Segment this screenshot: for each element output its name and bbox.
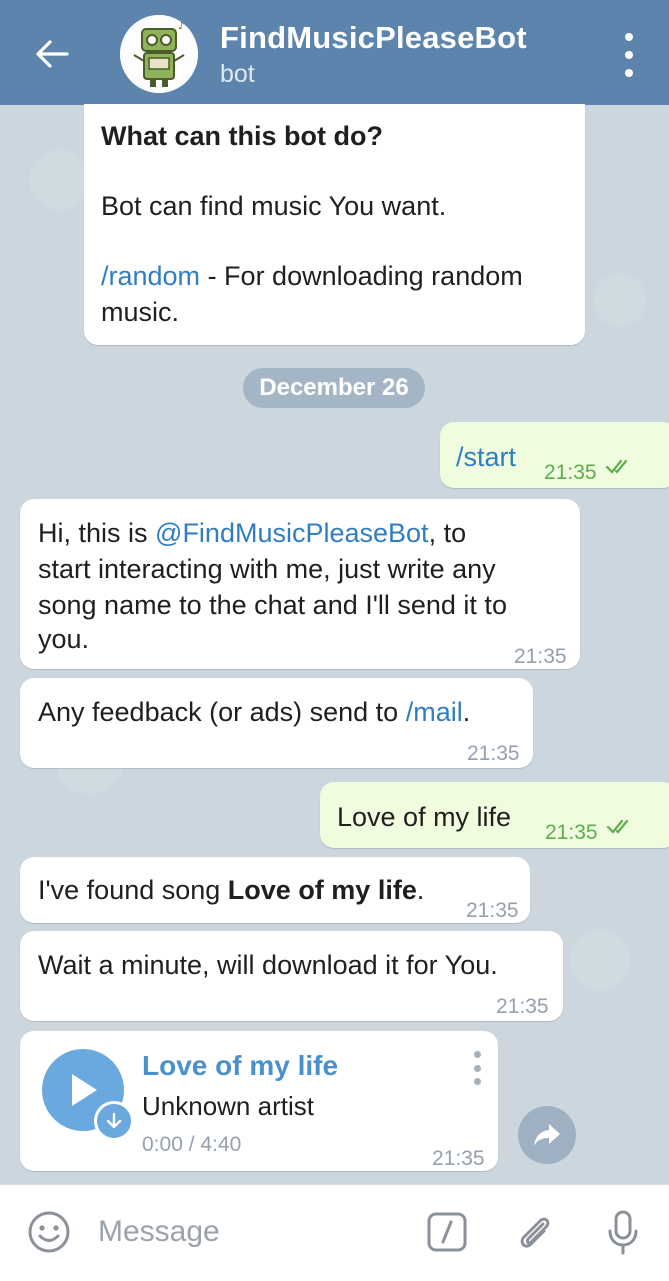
robot-avatar-icon: ♪ xyxy=(120,15,198,93)
message-text: I've found song xyxy=(38,875,228,905)
incoming-message[interactable]: I've found song Love of my life. 21:35 xyxy=(20,857,530,923)
date-separator: December 26 xyxy=(243,368,425,408)
message-time: 21:35 xyxy=(467,742,520,765)
message-time: 21:35 xyxy=(544,461,597,484)
message-text: /start xyxy=(456,442,517,472)
bot-avatar[interactable]: ♪ xyxy=(120,15,198,93)
chat-subtitle: bot xyxy=(220,60,255,88)
intro-line3: music. xyxy=(101,297,180,327)
message-time: 21:35 xyxy=(514,645,567,668)
outgoing-message[interactable]: /start 21:35 xyxy=(440,422,669,488)
message-line: song name to the chat and I'll send it t… xyxy=(38,590,507,620)
message-line: I've found song Love of my life. xyxy=(38,872,424,908)
outgoing-message[interactable]: Love of my life 21:35 xyxy=(320,782,669,848)
share-button[interactable] xyxy=(518,1106,576,1164)
play-icon xyxy=(72,1074,97,1106)
message-input-bar: Message xyxy=(0,1184,669,1281)
audio-title: Love of my life xyxy=(142,1050,339,1081)
mail-command-link[interactable]: /mail xyxy=(406,697,463,727)
message-text: Any feedback (or ads) send to xyxy=(38,697,406,727)
message-time: 21:35 xyxy=(466,899,519,922)
message-text: Hi, this is xyxy=(38,518,156,548)
intro-heading: What can this bot do? xyxy=(101,121,383,151)
emoji-button[interactable] xyxy=(24,1207,74,1257)
bot-command-button[interactable] xyxy=(422,1207,472,1257)
message-line: Hi, this is @FindMusicPleaseBot, to xyxy=(38,515,466,551)
message-time: 21:35 xyxy=(432,1147,485,1170)
attach-icon xyxy=(520,1217,550,1248)
voice-button[interactable] xyxy=(598,1207,648,1257)
message-text: Wait a minute, will download it for You. xyxy=(38,950,498,980)
song-name: Love of my life xyxy=(227,875,417,905)
message-text: . xyxy=(462,697,471,727)
audio-artist: Unknown artist xyxy=(142,1091,314,1121)
message-line: you. xyxy=(38,624,90,654)
random-command-link[interactable]: /random xyxy=(101,261,200,291)
message-time: 21:35 xyxy=(496,995,549,1018)
message-input[interactable]: Message xyxy=(98,1215,220,1249)
audio-message[interactable]: Love of my life Unknown artist 0:00 / 4:… xyxy=(20,1031,498,1171)
attach-button[interactable] xyxy=(510,1207,560,1257)
audio-menu-icon[interactable] xyxy=(472,1051,482,1085)
message-text: . xyxy=(416,875,425,905)
double-check-icon xyxy=(606,819,629,834)
back-arrow-icon xyxy=(36,40,69,68)
incoming-message[interactable]: Any feedback (or ads) send to /mail. 21:… xyxy=(20,678,533,768)
incoming-message[interactable]: Hi, this is @FindMusicPleaseBot, to star… xyxy=(20,499,580,669)
audio-progress: 0:00 / 4:40 xyxy=(142,1133,242,1156)
mic-icon xyxy=(608,1210,638,1255)
intro-command-line: /random - For downloading random xyxy=(101,258,523,294)
share-icon xyxy=(534,1124,560,1146)
message-time: 21:35 xyxy=(545,821,598,844)
message-line: start interacting with me, just write an… xyxy=(38,554,496,584)
incoming-message[interactable]: Wait a minute, will download it for You.… xyxy=(20,931,563,1021)
message-line: Any feedback (or ads) send to /mail. xyxy=(38,694,470,730)
menu-dots-icon[interactable] xyxy=(619,33,639,77)
intro-command-desc: - For downloading random xyxy=(200,261,523,291)
download-badge[interactable] xyxy=(94,1101,134,1141)
bot-command-icon xyxy=(427,1212,467,1252)
emoji-icon xyxy=(28,1211,70,1253)
svg-text:♪: ♪ xyxy=(178,21,184,32)
chat-title[interactable]: FindMusicPleaseBot xyxy=(220,20,527,56)
back-button[interactable] xyxy=(28,30,76,78)
message-text: , to xyxy=(428,518,467,548)
intro-line1: Bot can find music You want. xyxy=(101,191,447,221)
bot-info-card: What can this bot do? Bot can find music… xyxy=(84,104,585,345)
double-check-icon xyxy=(605,459,628,474)
download-icon xyxy=(106,1112,122,1129)
chat-header: ♪ FindMusicPleaseBot bot xyxy=(0,0,669,105)
message-text: Love of my life xyxy=(337,802,512,832)
bot-mention-link[interactable]: @FindMusicPleaseBot xyxy=(155,518,429,548)
